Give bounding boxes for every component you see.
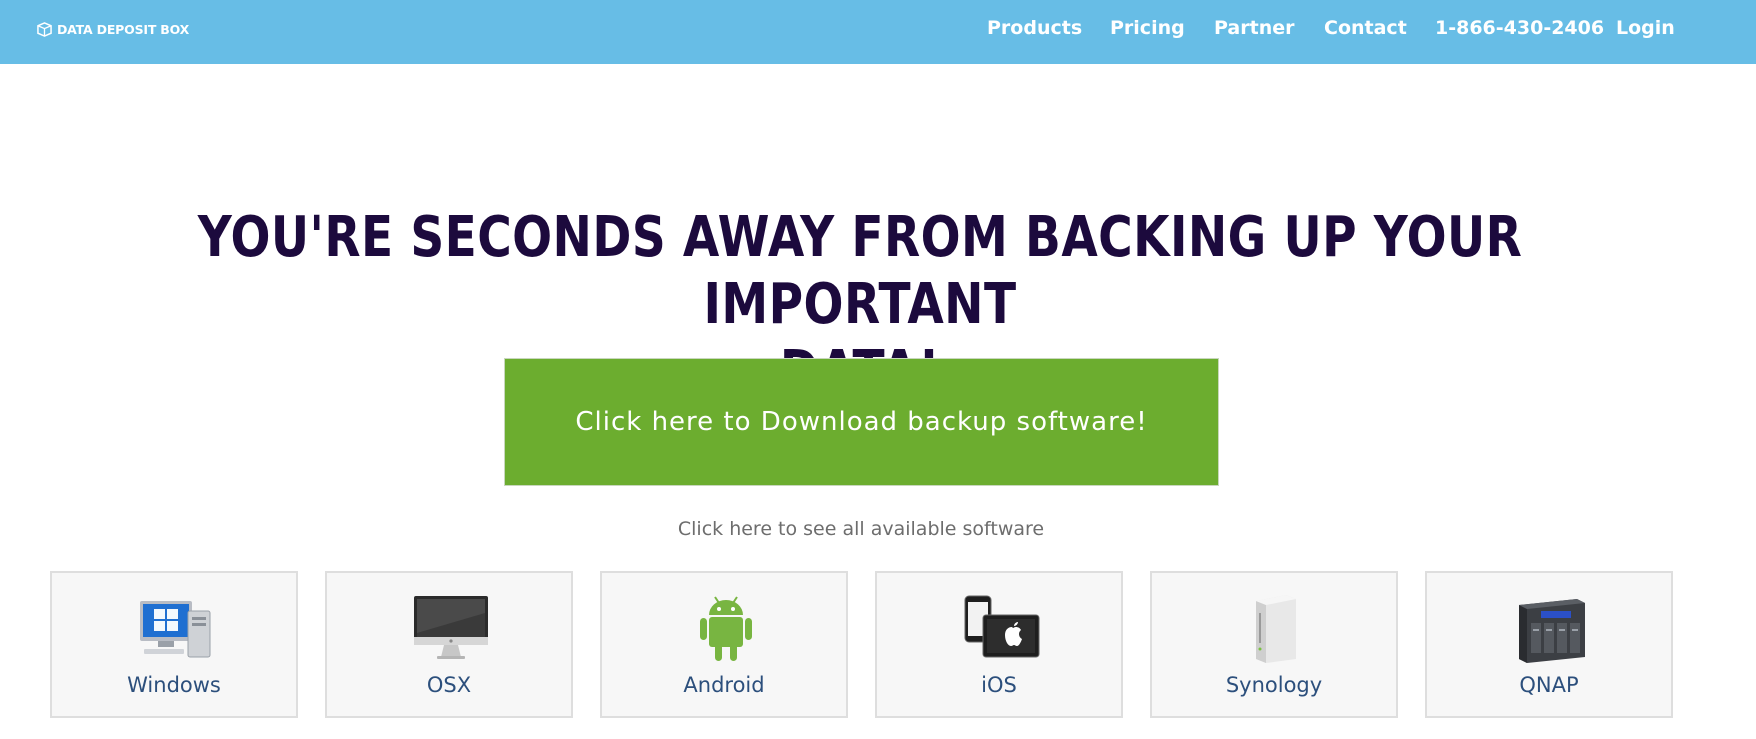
platform-tile-android[interactable]: Android xyxy=(600,571,848,718)
all-software-link[interactable]: Click here to see all available software xyxy=(600,518,1122,540)
platform-label-qnap: QNAP xyxy=(1519,673,1579,697)
platform-tile-ios[interactable]: iOS xyxy=(875,571,1123,718)
nav-partner[interactable]: Partner xyxy=(1214,17,1294,39)
ios-devices-icon xyxy=(964,595,1040,658)
platform-tile-windows[interactable]: Windows xyxy=(50,571,298,718)
platform-tile-qnap[interactable]: QNAP xyxy=(1425,571,1673,718)
platform-tile-synology[interactable]: Synology xyxy=(1150,571,1398,718)
android-icon xyxy=(700,596,752,661)
platform-label-windows: Windows xyxy=(127,673,221,697)
nav-contact[interactable]: Contact xyxy=(1324,17,1407,39)
platform-label-ios: iOS xyxy=(981,673,1017,697)
nav-phone-number[interactable]: 1-866-430-2406 xyxy=(1435,17,1604,39)
platform-tile-osx[interactable]: OSX xyxy=(325,571,573,718)
synology-nas-icon xyxy=(1256,595,1296,663)
imac-icon xyxy=(414,596,488,659)
logo-text: DATA DEPOSIT BOX xyxy=(57,21,190,37)
platform-label-android: Android xyxy=(683,673,765,697)
hero-headline-line1: YOU'RE SECONDS AWAY FROM BACKING UP YOUR… xyxy=(197,205,1523,337)
nav-products[interactable]: Products xyxy=(987,17,1082,39)
platform-label-osx: OSX xyxy=(426,673,472,697)
box-logo-icon xyxy=(37,21,52,37)
top-navigation-bar: DATA DEPOSIT BOX Products Pricing Partne… xyxy=(0,0,1756,64)
qnap-nas-icon xyxy=(1519,599,1585,663)
windows-pc-icon xyxy=(140,601,211,658)
nav-login[interactable]: Login xyxy=(1616,17,1675,39)
download-backup-software-button[interactable]: Click here to Download backup software! xyxy=(504,358,1219,486)
platform-label-synology: Synology xyxy=(1225,673,1323,697)
nav-pricing[interactable]: Pricing xyxy=(1110,17,1185,39)
site-logo[interactable]: DATA DEPOSIT BOX xyxy=(37,19,189,39)
